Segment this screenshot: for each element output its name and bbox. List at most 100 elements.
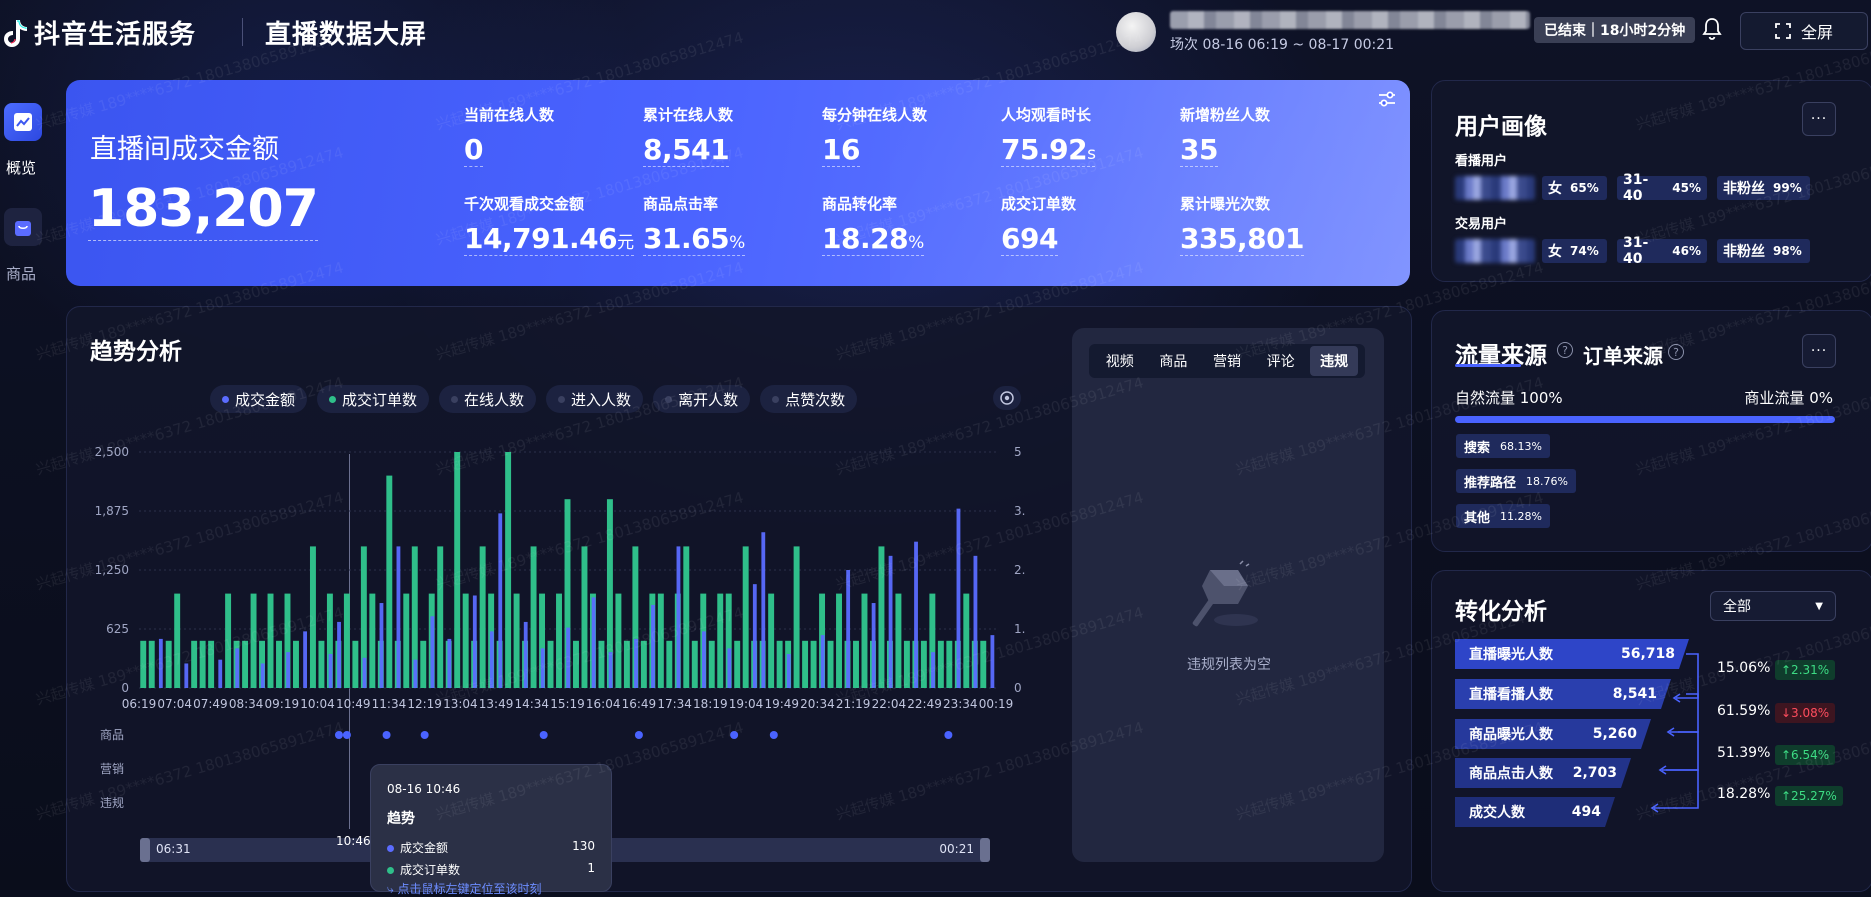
bar-orders <box>937 640 944 688</box>
nav-overview-label[interactable]: 概览 <box>6 157 36 178</box>
tab-violation-1[interactable]: 商品 <box>1149 346 1197 376</box>
kpi-5[interactable]: 千次观看成交金额 14,791.46元 <box>464 193 634 256</box>
bar-orders <box>581 546 588 688</box>
source-label: 推荐路径 <box>1464 475 1517 491</box>
bar-gmv <box>540 648 545 688</box>
bell-icon[interactable] <box>1700 16 1724 42</box>
conversion-filter-select[interactable]: 全部 ▼ <box>1710 591 1836 621</box>
order-source-tab[interactable]: 订单来源 <box>1583 340 1663 369</box>
x-tick-label: 22:04 <box>872 697 907 711</box>
tab-violation-4[interactable]: 违规 <box>1310 346 1359 376</box>
help-icon[interactable]: ? <box>1668 344 1684 360</box>
slider-end-time: 00:21 <box>939 842 974 856</box>
legend-item[interactable]: 在线人数 <box>439 385 537 413</box>
kpi-9[interactable]: 累计曝光次数 335,801 <box>1180 193 1305 256</box>
kpi-4[interactable]: 新增粉丝人数 35 <box>1180 104 1270 167</box>
legend-item[interactable]: 成交金额 <box>210 385 308 413</box>
traffic-more-button[interactable]: ··· <box>1802 334 1836 368</box>
bar-gmv <box>328 654 333 688</box>
funnel-step[interactable]: 直播看播人数 8,541 <box>1455 679 1671 709</box>
y-left-tick-label: 2,500 <box>95 445 129 459</box>
gender-tag: 女 74% <box>1542 239 1607 263</box>
funnel-step[interactable]: 成交人数 494 <box>1455 797 1615 827</box>
nav-overview-button[interactable] <box>4 103 42 141</box>
slider-end-handle[interactable] <box>980 838 990 862</box>
traffic-source-item[interactable]: 推荐路径 18.76% <box>1456 469 1576 493</box>
kpi-label: 商品点击率 <box>643 195 719 213</box>
bar-gmv <box>888 555 893 688</box>
fullscreen-button[interactable]: 全屏 <box>1740 12 1868 50</box>
x-tick-label: 06:19 <box>122 697 157 711</box>
bar-gmv <box>591 597 596 688</box>
kpi-label: 累计在线人数 <box>643 106 734 124</box>
slider-start-handle[interactable] <box>140 838 150 862</box>
tab-violation-2[interactable]: 营销 <box>1203 346 1251 376</box>
bar-orders <box>861 593 868 688</box>
kpi-3[interactable]: 人均观看时长 75.92s <box>1001 104 1096 167</box>
bar-gmv <box>235 648 240 688</box>
y-left-tick-label: 0 <box>121 681 129 695</box>
y-left-tick-label: 1,875 <box>95 504 129 518</box>
bar-orders <box>420 640 427 688</box>
legend-item[interactable]: 成交订单数 <box>317 385 430 413</box>
funnel-step[interactable]: 商品曝光人数 5,260 <box>1455 719 1651 749</box>
nav-goods-label[interactable]: 商品 <box>6 263 36 284</box>
kpi-0[interactable]: 当前在线人数 0 <box>464 104 554 167</box>
bar-orders <box>437 546 444 688</box>
legend-item[interactable]: 进入人数 <box>546 385 644 413</box>
bar-orders <box>547 640 554 688</box>
bar-orders <box>615 593 622 688</box>
funnel-label: 直播看播人数 <box>1469 687 1553 703</box>
eye-icon[interactable] <box>993 386 1021 410</box>
kpi-value-number: 335,801 <box>1180 222 1305 255</box>
kpi-label: 人均观看时长 <box>1001 106 1092 124</box>
settings-sliders-icon[interactable] <box>1376 88 1398 110</box>
bar-orders <box>505 452 512 688</box>
kpi-value: 35 <box>1180 133 1218 167</box>
kpi-2[interactable]: 每分钟在线人数 16 <box>822 104 927 167</box>
brand-name: 抖音生活服务 <box>34 20 197 50</box>
bar-gmv <box>472 595 477 688</box>
kpi-8[interactable]: 成交订单数 694 <box>1001 193 1076 256</box>
x-tick-label: 20:34 <box>800 697 835 711</box>
tag-pct: 74% <box>1570 244 1599 258</box>
bar-orders <box>657 593 664 688</box>
funnel-step[interactable]: 商品点击人数 2,703 <box>1455 758 1631 788</box>
nav-goods-button[interactable] <box>4 208 42 246</box>
kpi-value-number: 694 <box>1001 222 1058 255</box>
tab-violation-0[interactable]: 视频 <box>1096 346 1144 376</box>
bar-gmv <box>184 663 189 688</box>
tab-violation-3[interactable]: 评论 <box>1257 346 1305 376</box>
gmv-value[interactable]: 183,207 <box>88 179 319 241</box>
age-tag: 31-40 46% <box>1617 235 1707 267</box>
legend-item[interactable]: 离开人数 <box>653 385 751 413</box>
legend-item[interactable]: 点赞次数 <box>760 385 858 413</box>
avatar[interactable] <box>1116 12 1156 52</box>
source-pct: 68.13% <box>1500 439 1542 453</box>
funnel-step[interactable]: 直播曝光人数 56,718 <box>1455 639 1689 669</box>
kpi-7[interactable]: 商品转化率 18.28% <box>822 193 924 256</box>
source-pct: 11.28% <box>1500 509 1542 523</box>
y-right-tick-label: 2.5 <box>1014 563 1026 577</box>
bar-orders <box>878 546 885 688</box>
kpi-unit: s <box>1087 144 1096 164</box>
tooltip-hint: ⤷ 点击鼠标左键定位至该时刻 <box>387 882 542 896</box>
bar-orders <box>946 640 953 688</box>
bar-orders <box>369 593 376 688</box>
page-title: 直播数据大屏 <box>265 20 428 50</box>
help-icon[interactable]: ? <box>1557 342 1573 358</box>
bar-gmv <box>871 603 876 688</box>
y-right-tick-label: 0 <box>1014 681 1022 695</box>
blurred-block <box>1455 176 1535 200</box>
legend-label: 进入人数 <box>571 390 632 409</box>
portrait-more-button[interactable]: ··· <box>1802 102 1836 136</box>
kpi-6[interactable]: 商品点击率 31.65% <box>643 193 745 256</box>
traffic-source-item[interactable]: 搜索 68.13% <box>1456 434 1550 458</box>
eye-glyph <box>1000 391 1014 405</box>
event-marker <box>342 731 351 739</box>
bar-orders <box>140 640 147 688</box>
kpi-1[interactable]: 累计在线人数 8,541 <box>643 104 733 167</box>
event-marker <box>944 731 953 739</box>
traffic-source-item[interactable]: 其他 11.28% <box>1456 504 1550 528</box>
event-marker <box>382 731 391 739</box>
